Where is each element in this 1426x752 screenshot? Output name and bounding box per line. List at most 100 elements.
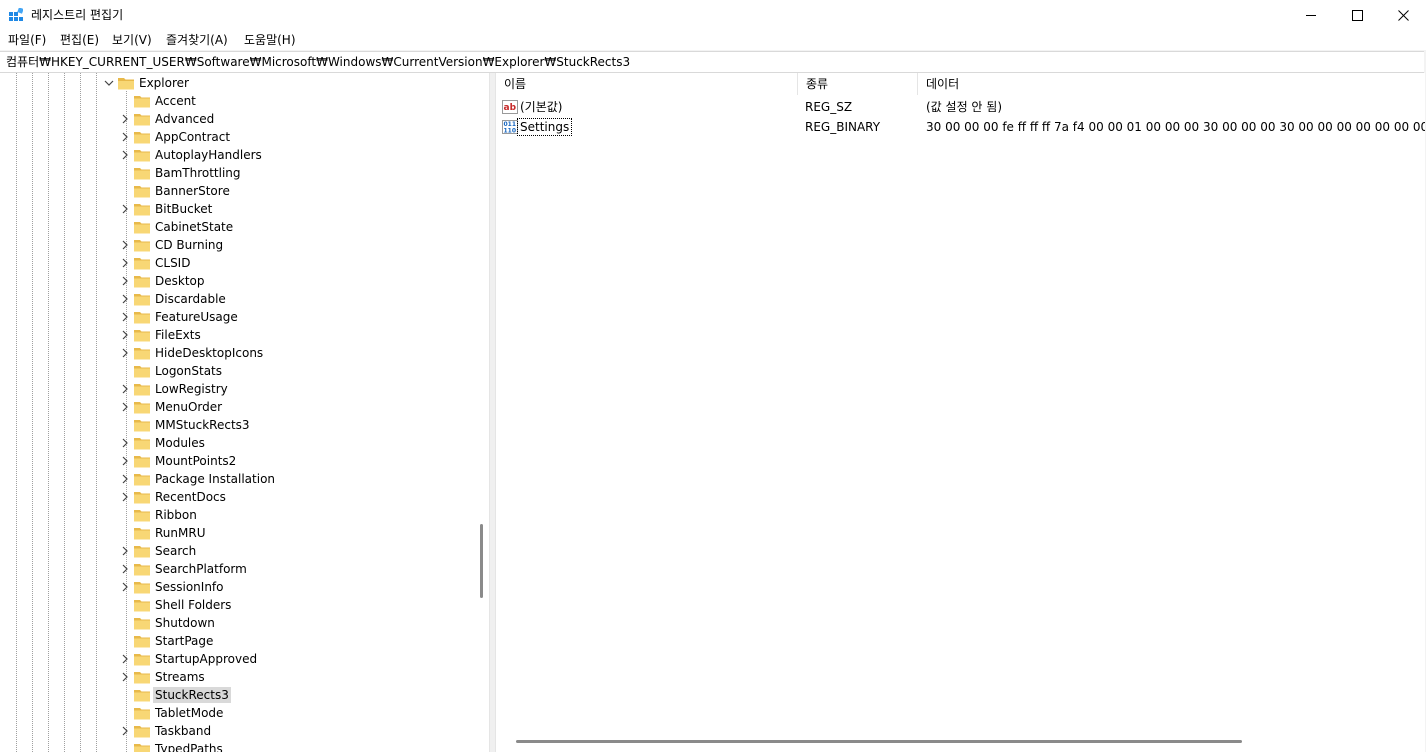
chevron-right-icon[interactable] <box>120 347 130 359</box>
chevron-right-icon[interactable] <box>120 581 130 593</box>
tree-item[interactable]: MMStuckRects3 <box>0 416 470 434</box>
chevron-right-icon[interactable] <box>120 545 130 557</box>
tree-item[interactable]: LowRegistry <box>0 380 470 398</box>
chevron-right-icon[interactable] <box>120 113 130 125</box>
column-header-name[interactable]: 이름 <box>496 73 798 95</box>
tree-item[interactable]: StuckRects3 <box>0 686 470 704</box>
tree-item[interactable]: Streams <box>0 668 470 686</box>
tree-item[interactable]: Package Installation <box>0 470 470 488</box>
address-path[interactable]: 컴퓨터₩HKEY_CURRENT_USER₩Software₩Microsoft… <box>6 54 630 70</box>
list-horizontal-scrollbar[interactable] <box>516 740 1242 743</box>
tree-item[interactable]: Taskband <box>0 722 470 740</box>
tree-item[interactable]: RunMRU <box>0 524 470 542</box>
tree-item[interactable]: MenuOrder <box>0 398 470 416</box>
chevron-right-icon[interactable] <box>120 455 130 467</box>
chevron-right-icon[interactable] <box>120 725 130 737</box>
svg-text:ab: ab <box>504 103 517 113</box>
tree-item[interactable]: FeatureUsage <box>0 308 470 326</box>
folder-icon <box>134 168 150 180</box>
menu-view[interactable]: 보기(V) <box>112 32 152 48</box>
value-data: 30 00 00 00 fe ff ff ff 7a f4 00 00 01 0… <box>926 120 1425 134</box>
address-bar[interactable]: 컴퓨터₩HKEY_CURRENT_USER₩Software₩Microsoft… <box>0 51 1424 73</box>
tree-item[interactable]: CLSID <box>0 254 470 272</box>
chevron-right-icon[interactable] <box>120 239 130 251</box>
chevron-right-icon[interactable] <box>120 563 130 575</box>
chevron-right-icon[interactable] <box>120 311 130 323</box>
tree-item[interactable]: Accent <box>0 92 470 110</box>
menu-edit[interactable]: 편집(E) <box>60 32 99 48</box>
folder-icon <box>134 294 150 306</box>
value-list-pane[interactable]: 이름 종류 데이터 ab (기본값) REG_SZ (값 설정 안 됨) 011… <box>495 73 1425 752</box>
tree-item[interactable]: CabinetState <box>0 218 470 236</box>
chevron-right-icon[interactable] <box>120 473 130 485</box>
chevron-right-icon[interactable] <box>120 653 130 665</box>
chevron-right-icon[interactable] <box>120 149 130 161</box>
tree-item[interactable]: Shutdown <box>0 614 470 632</box>
maximize-button[interactable] <box>1334 0 1380 30</box>
tree-item[interactable]: CD Burning <box>0 236 470 254</box>
tree-item[interactable]: Advanced <box>0 110 470 128</box>
tree-item[interactable]: Shell Folders <box>0 596 470 614</box>
chevron-right-icon[interactable] <box>120 383 130 395</box>
tree-item[interactable]: TypedPaths <box>0 740 470 752</box>
folder-icon <box>134 204 150 216</box>
folder-icon <box>134 276 150 288</box>
tree-item[interactable]: StartupApproved <box>0 650 470 668</box>
folder-icon <box>134 150 150 162</box>
menu-help[interactable]: 도움말(H) <box>244 32 296 48</box>
folder-icon <box>134 456 150 468</box>
tree-item[interactable]: StartPage <box>0 632 470 650</box>
tree-item[interactable]: MountPoints2 <box>0 452 470 470</box>
tree-item[interactable]: Search <box>0 542 470 560</box>
column-header-type[interactable]: 종류 <box>798 73 918 95</box>
tree-item[interactable]: Discardable <box>0 290 470 308</box>
folder-open-icon <box>118 78 134 90</box>
title-bar: 레지스트리 편집기 <box>0 0 1426 30</box>
menu-file[interactable]: 파일(F) <box>8 32 46 48</box>
tree-item-explorer[interactable]: Explorer <box>0 74 470 92</box>
tree-item-label: MMStuckRects3 <box>155 418 250 432</box>
chevron-right-icon[interactable] <box>120 437 130 449</box>
tree-item[interactable]: HideDesktopIcons <box>0 344 470 362</box>
tree-item-label: Ribbon <box>155 508 197 522</box>
tree-item[interactable]: TabletMode <box>0 704 470 722</box>
folder-icon <box>134 348 150 360</box>
folder-icon <box>134 510 150 522</box>
chevron-right-icon[interactable] <box>120 257 130 269</box>
folder-icon <box>134 384 150 396</box>
tree-item[interactable]: SessionInfo <box>0 578 470 596</box>
tree-item[interactable]: AppContract <box>0 128 470 146</box>
chevron-right-icon[interactable] <box>120 491 130 503</box>
tree-item[interactable]: Modules <box>0 434 470 452</box>
tree-item[interactable]: Desktop <box>0 272 470 290</box>
minimize-button[interactable] <box>1288 0 1334 30</box>
tree-item[interactable]: RecentDocs <box>0 488 470 506</box>
value-row-default[interactable]: ab (기본값) REG_SZ (값 설정 안 됨) <box>496 97 1425 117</box>
chevron-right-icon[interactable] <box>120 275 130 287</box>
chevron-right-icon[interactable] <box>120 203 130 215</box>
value-type: REG_SZ <box>805 100 853 114</box>
chevron-right-icon[interactable] <box>120 329 130 341</box>
chevron-right-icon[interactable] <box>120 293 130 305</box>
folder-icon <box>134 240 150 252</box>
chevron-right-icon[interactable] <box>120 401 130 413</box>
chevron-down-icon[interactable] <box>104 77 114 89</box>
tree-item[interactable]: Ribbon <box>0 506 470 524</box>
column-header-data[interactable]: 데이터 <box>918 73 1425 95</box>
menu-favorites[interactable]: 즐겨찾기(A) <box>166 32 228 48</box>
key-tree-pane[interactable]: Explorer Accent Advanced AppContract Autopl… <box>0 73 490 752</box>
tree-item-label: LowRegistry <box>155 382 228 396</box>
tree-item[interactable]: LogonStats <box>0 362 470 380</box>
tree-item[interactable]: AutoplayHandlers <box>0 146 470 164</box>
chevron-right-icon[interactable] <box>120 131 130 143</box>
tree-item[interactable]: FileExts <box>0 326 470 344</box>
tree-item[interactable]: BannerStore <box>0 182 470 200</box>
tree-item[interactable]: BitBucket <box>0 200 470 218</box>
chevron-right-icon[interactable] <box>120 671 130 683</box>
tree-vertical-scrollbar[interactable] <box>480 524 483 598</box>
tree-item[interactable]: BamThrottling <box>0 164 470 182</box>
value-row-settings[interactable]: 011 110 Settings REG_BINARY 30 00 00 00 … <box>496 117 1425 137</box>
tree-item[interactable]: SearchPlatform <box>0 560 470 578</box>
close-button[interactable] <box>1380 0 1426 30</box>
string-value-icon: ab <box>502 100 518 114</box>
